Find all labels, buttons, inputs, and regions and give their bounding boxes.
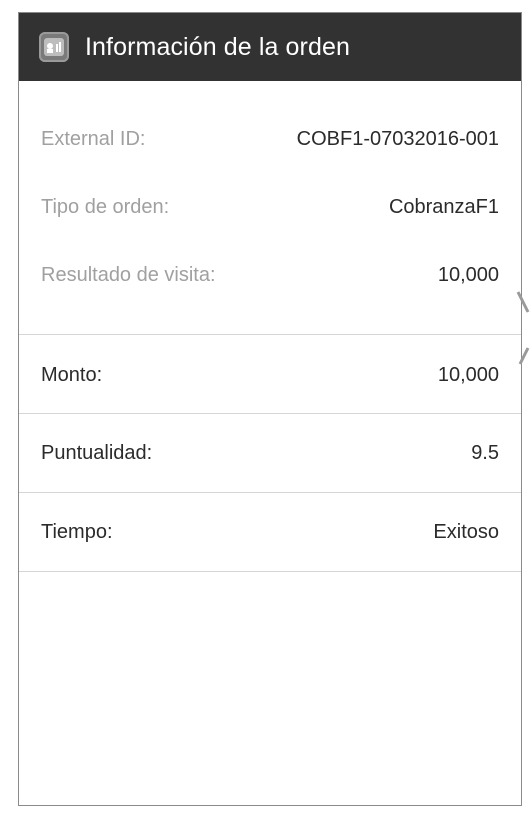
external-id-label: External ID: [41,127,146,150]
puntualidad-value: 9.5 [471,441,499,464]
divider [19,571,521,572]
action-bar: Información de la orden [19,13,521,81]
puntualidad-label: Puntualidad: [41,441,153,464]
external-id-value: COBF1-07032016-001 [296,127,499,150]
resultado-visita-value: 10,000 [437,263,499,286]
row-resultado-visita: Resultado de visita: 10,000 [19,255,521,295]
tipo-orden-label: Tipo de orden: [41,195,170,218]
page-title: Información de la orden [85,32,350,61]
divider [19,492,521,493]
monto-label: Monto: [41,363,103,386]
tiempo-label: Tiempo: [41,520,113,543]
edge-glow-indicator [516,291,530,365]
tipo-orden-value: CobranzaF1 [388,195,499,218]
app-icon[interactable] [39,32,69,62]
monto-value: 10,000 [437,363,499,386]
row-monto[interactable]: Monto: 10,000 [19,355,521,395]
tiempo-value: Exitoso [433,520,499,543]
row-puntualidad[interactable]: Puntualidad: 9.5 [19,433,521,473]
resultado-visita-label: Resultado de visita: [41,263,216,286]
row-tiempo[interactable]: Tiempo: Exitoso [19,512,521,552]
row-tipo-orden: Tipo de orden: CobranzaF1 [19,187,521,227]
row-external-id: External ID: COBF1-07032016-001 [19,119,521,159]
order-info-screen: Información de la orden External ID: COB… [18,12,522,806]
divider [19,334,521,335]
divider [19,413,521,414]
